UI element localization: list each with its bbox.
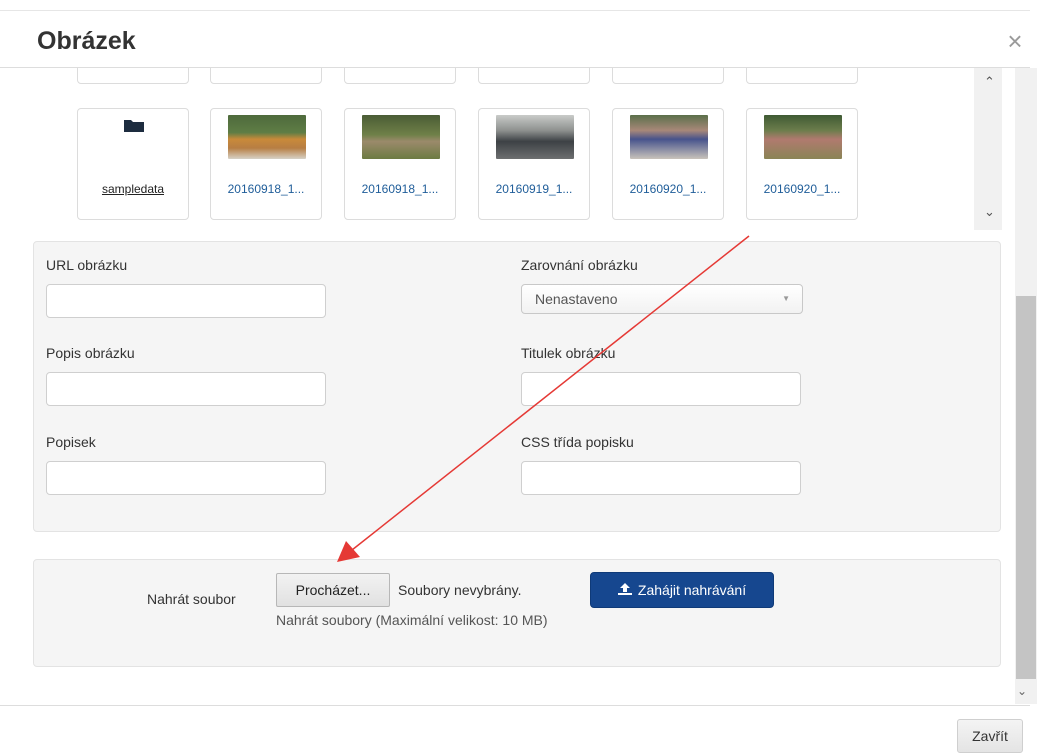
caption-class-input[interactable] — [521, 461, 801, 495]
start-upload-label: Zahájit nahrávání — [637, 582, 747, 598]
top-divider — [0, 10, 1030, 11]
upload-label: Nahrát soubor — [147, 591, 236, 607]
chevron-up-icon[interactable]: ⌃ — [984, 74, 995, 90]
close-button[interactable]: Zavřít — [957, 719, 1023, 753]
image-thumbnail — [764, 115, 842, 159]
modal-scrollbar-thumb[interactable] — [1016, 296, 1036, 679]
chevron-down-icon[interactable]: ⌄ — [1017, 684, 1027, 698]
alignment-select[interactable]: Nenastaveno ▼ — [521, 284, 803, 314]
tile-label[interactable]: 20160918_1... — [345, 182, 455, 196]
close-icon[interactable]: × — [1003, 28, 1027, 54]
caption-class-label: CSS třída popisku — [521, 434, 634, 450]
image-thumbnail — [496, 115, 574, 159]
chevron-down-icon[interactable]: ⌄ — [984, 204, 995, 220]
tile-label[interactable]: sampledata — [78, 182, 188, 196]
start-upload-button[interactable]: Zahájit nahrávání — [590, 572, 774, 608]
upload-help-text: Nahrát soubory (Maximální velikost: 10 M… — [276, 612, 548, 628]
image-tile[interactable]: 20160919_1... — [478, 108, 590, 220]
upload-icon — [617, 583, 632, 595]
no-files-text: Soubory nevybrány. — [398, 582, 522, 598]
caption-label: Popisek — [46, 434, 96, 450]
partial-tile[interactable] — [612, 68, 724, 84]
title-input[interactable] — [521, 372, 801, 406]
folder-icon — [124, 120, 144, 132]
footer-divider — [0, 705, 1030, 706]
url-label: URL obrázku — [46, 257, 128, 273]
image-thumbnail — [228, 115, 306, 159]
folder-tile-sampledata[interactable]: sampledata — [77, 108, 189, 220]
image-browser: sampledata 20160918_1... 20160918_1... 2… — [37, 68, 1001, 230]
browse-button[interactable]: Procházet... — [276, 573, 390, 607]
tile-label[interactable]: 20160918_1... — [211, 182, 321, 196]
partial-tile[interactable] — [746, 68, 858, 84]
alignment-label: Zarovnání obrázku — [521, 257, 638, 273]
caption-input[interactable] — [46, 461, 326, 495]
alignment-value: Nenastaveno — [535, 291, 618, 307]
image-thumbnail — [362, 115, 440, 159]
partial-tile[interactable] — [210, 68, 322, 84]
tile-label[interactable]: 20160920_1... — [613, 182, 723, 196]
tile-label[interactable]: 20160919_1... — [479, 182, 589, 196]
partial-tile[interactable] — [77, 68, 189, 84]
image-tile[interactable]: 20160918_1... — [344, 108, 456, 220]
modal-title: Obrázek — [37, 27, 136, 55]
title-label: Titulek obrázku — [521, 345, 616, 361]
description-input[interactable] — [46, 372, 326, 406]
image-thumbnail — [630, 115, 708, 159]
image-tile[interactable]: 20160920_1... — [746, 108, 858, 220]
image-tile[interactable]: 20160918_1... — [210, 108, 322, 220]
image-tile[interactable]: 20160920_1... — [612, 108, 724, 220]
partial-tile[interactable] — [478, 68, 590, 84]
tile-label[interactable]: 20160920_1... — [747, 182, 857, 196]
chevron-down-icon: ▼ — [782, 294, 790, 303]
description-label: Popis obrázku — [46, 345, 135, 361]
partial-tile[interactable] — [344, 68, 456, 84]
url-input[interactable] — [46, 284, 326, 318]
